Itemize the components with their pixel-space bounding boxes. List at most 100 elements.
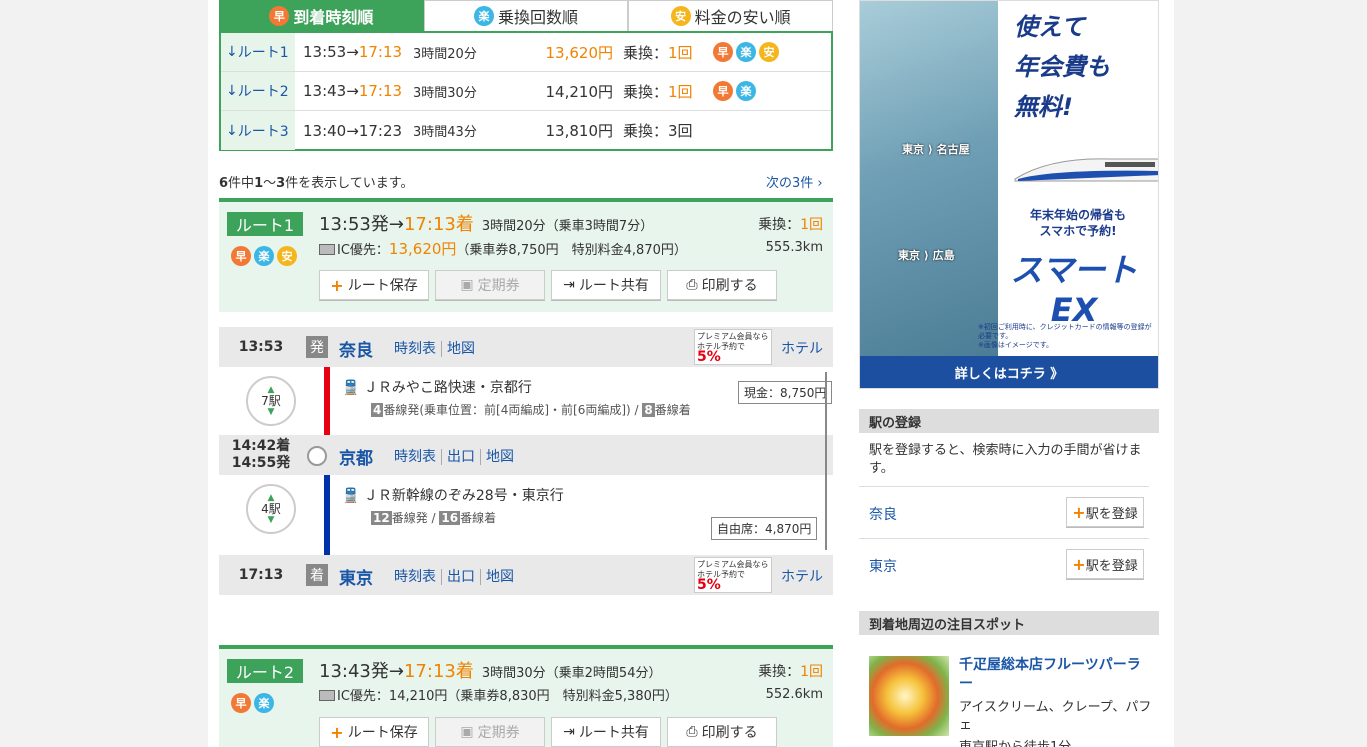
station-name[interactable]: 東京 [339,564,373,589]
tab-label: 到着時刻順 [293,8,374,27]
pass-icon: ▣ [460,724,474,740]
route-times: 13:53→17:13 [303,43,403,61]
ad-photo: 東京 ⟩ 名古屋 東京 ⟩ 広島 [860,1,998,357]
spot-name[interactable]: 千疋屋総本店フルーツパーラー [959,656,1154,694]
train-icon: 🚆 [342,488,360,504]
print-button[interactable]: ⎙ 印刷する [667,717,777,747]
station-link[interactable]: 奈良 [869,504,897,524]
map-link[interactable]: 地図 [481,569,519,585]
share-route-button[interactable]: ⇥ ルート共有 [551,270,661,300]
route-link[interactable]: ↓ ルート2 [221,72,295,110]
timetable-link[interactable]: 時刻表 [389,341,442,357]
smart-ex-logo: スマートEX [1010,251,1138,329]
route-transfers: 乗換：1回 [623,43,693,62]
station-time: 14:42着 14:55発 [231,438,291,471]
register-station-button[interactable]: + 駅を登録 [1066,549,1144,579]
premium-hotel-banner[interactable]: プレミアム会員なら ホテル予約で 5% [694,329,772,365]
station-link[interactable]: 東京 [869,556,897,576]
main-content: 早 到着時刻順 楽 乗換回数順 安 料金の安い順 ↓ ルート1 13:53→17:… [208,0,844,747]
plus-icon: + [1072,502,1086,522]
ic-card-icon [319,244,335,255]
station-registration-desc: 駅を登録すると、検索時に入力の手間が省けます。 [869,443,1142,476]
registration-row: 東京 + 駅を登録 [859,538,1149,590]
timetable-link[interactable]: 時刻表 [389,449,442,465]
summary-row[interactable]: ↓ ルート1 13:53→17:13 3時間20分 13,620円 乗換：1回 早… [221,33,831,72]
station-row: 13:53 発 奈良 時刻表 地図 プレミアム会員なら ホテル予約で 5% ホテル [219,327,833,367]
premium-hotel-banner[interactable]: プレミアム会員なら ホテル予約で 5% [694,557,772,593]
commuter-pass-button[interactable]: ▣ 定期券 [435,717,545,747]
route-badges: 早 楽 安 [231,246,297,266]
cheap-icon: 安 [759,42,779,62]
ad-subcopy: 年末年始の帰省も スマホで予約! [1029,208,1126,238]
station-name[interactable]: 奈良 [339,336,373,361]
spot-description: アイスクリーム、クレープ、パフェ [959,700,1152,733]
share-route-button[interactable]: ⇥ ルート共有 [551,717,661,747]
timetable-link[interactable]: 時刻表 [389,569,442,585]
tab-cheapest[interactable]: 安 料金の安い順 [628,0,834,31]
printer-icon: ⎙ [686,724,698,740]
route-card: ルート2 早 楽 13:43発→17:13着 3時間30分（乗車2時間54分） I… [219,645,833,747]
route-duration: 3時間43分 [413,125,477,140]
summary-row[interactable]: ↓ ルート3 13:40→17:23 3時間43分 13,810円 乗換：3回 [221,111,831,150]
map-link[interactable]: 地図 [442,341,480,357]
train-name: 🚆 ＪＲ新幹線のぞみ28号・東京行 [342,488,564,504]
save-route-button[interactable]: + ルート保存 [319,270,429,300]
hotel-link[interactable]: ホテル [781,338,823,358]
route-duration: 3時間20分 [413,46,477,62]
stop-count[interactable]: ▲ 4駅 ▼ [246,484,296,534]
route-link[interactable]: ↓ ルート3 [221,111,295,150]
route-summary-table: ↓ ルート1 13:53→17:13 3時間20分 13,620円 乗換：1回 早… [219,31,833,151]
stop-count[interactable]: ▲ 7駅 ▼ [246,376,296,426]
tab-transfer-count[interactable]: 楽 乗換回数順 [423,0,629,31]
station-registration-heading: 駅の登録 [859,409,1159,433]
route-transfers: 乗換：3回 [623,122,693,140]
commuter-pass-button[interactable]: ▣ 定期券 [435,270,545,300]
route-times: 13:43→17:13 [303,82,403,100]
ad-tag: 東京 ⟩ 広島 [898,249,955,262]
departure-mark: 発 [306,336,328,358]
register-station-button[interactable]: + 駅を登録 [1066,497,1144,527]
exit-link[interactable]: 出口 [442,569,481,585]
route-transfers: 乗換：1回 [623,82,693,101]
platform-info: 12 番線発 / 16 番線着 [371,511,497,525]
route-actions: + ルート保存 ▣ 定期券 ⇥ ルート共有 ⎙ 印刷する [319,717,777,747]
ride-segment: ▲ 4駅 ▼ 🚆 ＪＲ新幹線のぞみ28号・東京行 12 番線発 / 16 番線着 自由席… [219,475,833,555]
print-button[interactable]: ⎙ 印刷する [667,270,777,300]
shinkansen-icon [1014,158,1158,182]
share-icon: ⇥ [563,724,575,740]
route-fare: IC優先：13,620円（乗車券8,750円 特別料金4,870円） [319,238,687,259]
route-link[interactable]: ↓ ルート1 [221,33,295,71]
tab-arrival-time[interactable]: 早 到着時刻順 [219,0,424,31]
tab-label: 料金の安い順 [694,8,791,27]
printer-icon: ⎙ [686,277,698,293]
route-transfers: 乗換：1回 [758,217,823,233]
station-links: 時刻表 地図 [389,338,480,358]
ad-copy: 使えて 年会費も 無料! [1014,13,1110,121]
line-bar-red [324,367,330,435]
fare-cash: 現金：8,750円 [738,381,833,404]
hotel-link[interactable]: ホテル [781,566,823,586]
route-actions: + ルート保存 ▣ 定期券 ⇥ ルート共有 ⎙ 印刷する [319,270,777,300]
price-bracket-line [825,372,827,550]
station-links: 時刻表 出口 地図 [389,446,519,466]
route-fare: 14,210円 [545,82,614,101]
spot-access: 東京駅から徒歩1分 [959,736,1071,747]
station-name[interactable]: 京都 [339,444,373,469]
down-arrow-icon: ▼ [267,406,275,417]
route-fare: 13,620円 [545,43,614,62]
ad-details-link[interactable]: 詳しくはコチラ 》 [860,356,1158,388]
sidebar: 東京 ⟩ 名古屋 東京 ⟩ 広島 使えて 年会費も 無料! 年末年始の帰省も ス… [844,0,1174,747]
ad-fineprint: ※初回ご利用時に、クレジットカードの情報等の登録が必要です。 ※画像はイメージで… [978,323,1152,349]
route-distance: 552.6km [765,687,823,702]
map-link[interactable]: 地図 [481,449,519,465]
smart-ex-ad[interactable]: 東京 ⟩ 名古屋 東京 ⟩ 広島 使えて 年会費も 無料! 年末年始の帰省も ス… [859,0,1159,389]
summary-row[interactable]: ↓ ルート2 13:43→17:13 3時間30分 14,210円 乗換：1回 早… [221,72,831,111]
station-row: 14:42着 14:55発 京都 時刻表 出口 地図 [219,435,833,475]
fast-icon: 早 [713,81,733,101]
ic-card-icon [319,690,335,701]
route-label: ルート1 [227,212,303,236]
next-results-link[interactable]: 次の3件 › [766,172,823,191]
exit-link[interactable]: 出口 [442,449,481,465]
easy-icon: 楽 [736,42,756,62]
save-route-button[interactable]: + ルート保存 [319,717,429,747]
